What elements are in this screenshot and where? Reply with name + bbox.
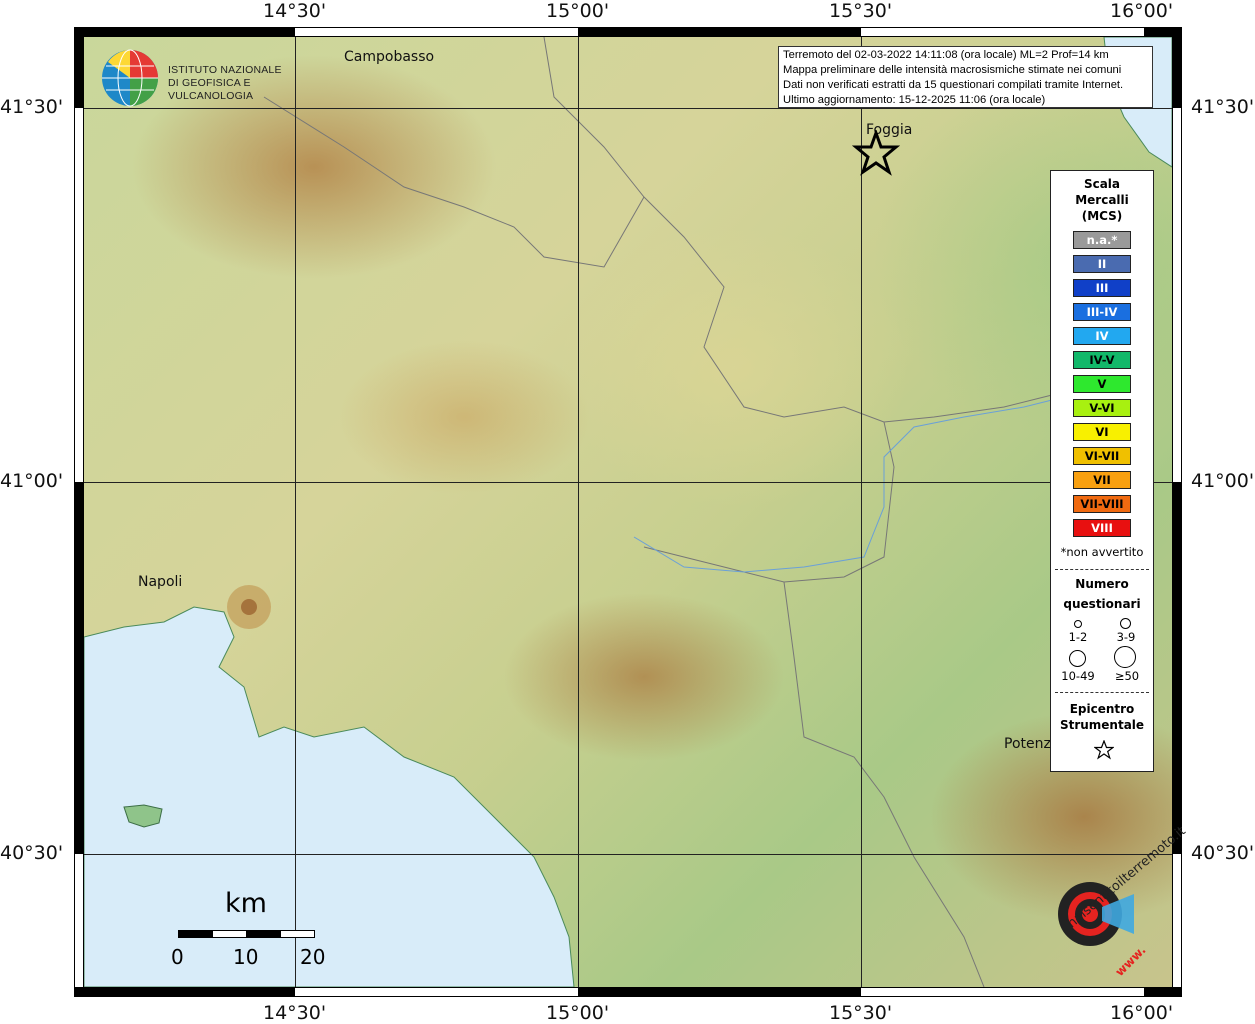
scale-label: 10	[233, 945, 259, 969]
info-line1: Terremoto del 02-03-2022 14:11:08 (ora l…	[783, 49, 1109, 61]
legend-title: Mercalli	[1075, 193, 1129, 207]
mcs-legend: Scala Mercalli (MCS) n.a.* II III III-IV IV I…	[1050, 170, 1154, 772]
tick-left: 40°30'	[0, 842, 64, 864]
region-border	[543, 37, 895, 583]
tick-bottom: 15°30'	[829, 1002, 893, 1024]
tick-right: 40°30'	[1191, 842, 1255, 864]
map-frame-seg	[295, 987, 578, 997]
scale-label: 0	[171, 945, 184, 969]
legend-swatch: V-VI	[1073, 399, 1131, 417]
map-frame-seg	[1172, 854, 1182, 987]
tick-left: 41°00'	[0, 470, 64, 492]
logo-line2: DI GEOFISICA E VULCANOLOGIA	[168, 77, 254, 102]
epicenter-star-icon[interactable]	[852, 130, 900, 176]
earthquake-info-box: Terremoto del 02-03-2022 14:11:08 (ora l…	[778, 46, 1153, 108]
ingv-logo: ISTITUTO NAZIONALE DI GEOFISICA E VULCAN…	[100, 48, 320, 108]
legend-swatch: VII-VIII	[1073, 495, 1131, 513]
tick-top: 14°30'	[263, 0, 327, 22]
region-border	[783, 581, 985, 987]
questionnaires-title: Numero	[1075, 577, 1129, 591]
circle-size-large	[1069, 650, 1086, 667]
size-label: 3-9	[1116, 630, 1136, 644]
map-frame-seg	[1172, 108, 1182, 482]
watermark-logo: haisentitoilterremoto.it www.	[1032, 824, 1189, 980]
tick-top: 16°00'	[1110, 0, 1174, 22]
info-line3: Dati non verificati estratti da 15 quest…	[783, 79, 1124, 91]
info-line4: Ultimo aggiornamento: 15-12-2025 11:06 (…	[783, 94, 1046, 106]
grid-line	[295, 37, 296, 987]
legend-swatch: n.a.*	[1073, 231, 1131, 249]
legend-swatch: IV	[1073, 327, 1131, 345]
size-label: ≥50	[1114, 669, 1140, 683]
tick-right: 41°00'	[1191, 470, 1255, 492]
city-label-napoli: Napoli	[138, 574, 183, 590]
legend-swatch: VI-VII	[1073, 447, 1131, 465]
map-features	[84, 37, 1172, 987]
size-label: 10-49	[1061, 669, 1095, 683]
map-frame-seg	[74, 854, 84, 987]
legend-swatch: III-IV	[1073, 303, 1131, 321]
circle-size-medium	[1120, 618, 1131, 629]
epicenter-title: Epicentro	[1069, 702, 1135, 716]
grid-line	[578, 37, 579, 987]
map-frame-seg	[861, 27, 1144, 37]
tick-right: 41°30'	[1191, 96, 1255, 118]
grid-line	[84, 108, 1172, 109]
legend-swatch: VII	[1073, 471, 1131, 489]
tick-bottom: 14°30'	[263, 1002, 327, 1024]
city-label-campobasso: Campobasso	[344, 49, 435, 65]
legend-swatch: V	[1073, 375, 1131, 393]
grid-line	[861, 37, 862, 987]
legend-swatch: III	[1073, 279, 1131, 297]
epicenter-title: Strumentale	[1059, 718, 1145, 732]
legend-title: (MCS)	[1081, 209, 1123, 223]
legend-swatch: II	[1073, 255, 1131, 273]
tick-bottom: 15°00'	[546, 1002, 610, 1024]
legend-swatch: VI	[1073, 423, 1131, 441]
map-frame-seg	[861, 987, 1144, 997]
tick-left: 41°30'	[0, 96, 64, 118]
questionnaires-title: questionari	[1063, 597, 1141, 611]
info-line2: Mappa preliminare delle intensità macros…	[783, 64, 1122, 76]
tick-top: 15°30'	[829, 0, 893, 22]
tyrrhenian-sea	[84, 606, 575, 987]
size-label: 1-2	[1068, 630, 1088, 644]
river	[633, 396, 1065, 573]
scale-unit: km	[225, 888, 267, 919]
region-border	[263, 96, 645, 268]
map-frame-inner-top	[295, 27, 578, 37]
circle-size-xlarge	[1114, 646, 1136, 668]
legend-title: Scala	[1083, 177, 1121, 191]
scale-bar-segment	[178, 930, 213, 938]
legend-note: *non avvertito	[1060, 545, 1144, 559]
legend-swatch: IV-V	[1073, 351, 1131, 369]
scale-bar-segment	[280, 930, 315, 938]
legend-separator	[1055, 569, 1149, 570]
grid-line	[84, 482, 1172, 483]
circle-size-small	[1074, 620, 1082, 628]
globe-icon	[102, 49, 158, 107]
relief-map[interactable]	[84, 37, 1172, 987]
logo-line1: ISTITUTO NAZIONALE	[168, 64, 282, 76]
legend-swatch: VIII	[1073, 519, 1131, 537]
tick-top: 15°00'	[546, 0, 610, 22]
scale-bar-segment	[212, 930, 247, 938]
grid-line	[84, 854, 1172, 855]
legend-separator	[1055, 692, 1149, 693]
vesuvius-crater	[241, 599, 257, 615]
map-frame-seg	[74, 108, 84, 482]
scale-bar-segment	[246, 930, 281, 938]
scale-label: 20	[300, 945, 326, 969]
star-icon	[1094, 740, 1114, 760]
tick-bottom: 16°00'	[1110, 1002, 1174, 1024]
